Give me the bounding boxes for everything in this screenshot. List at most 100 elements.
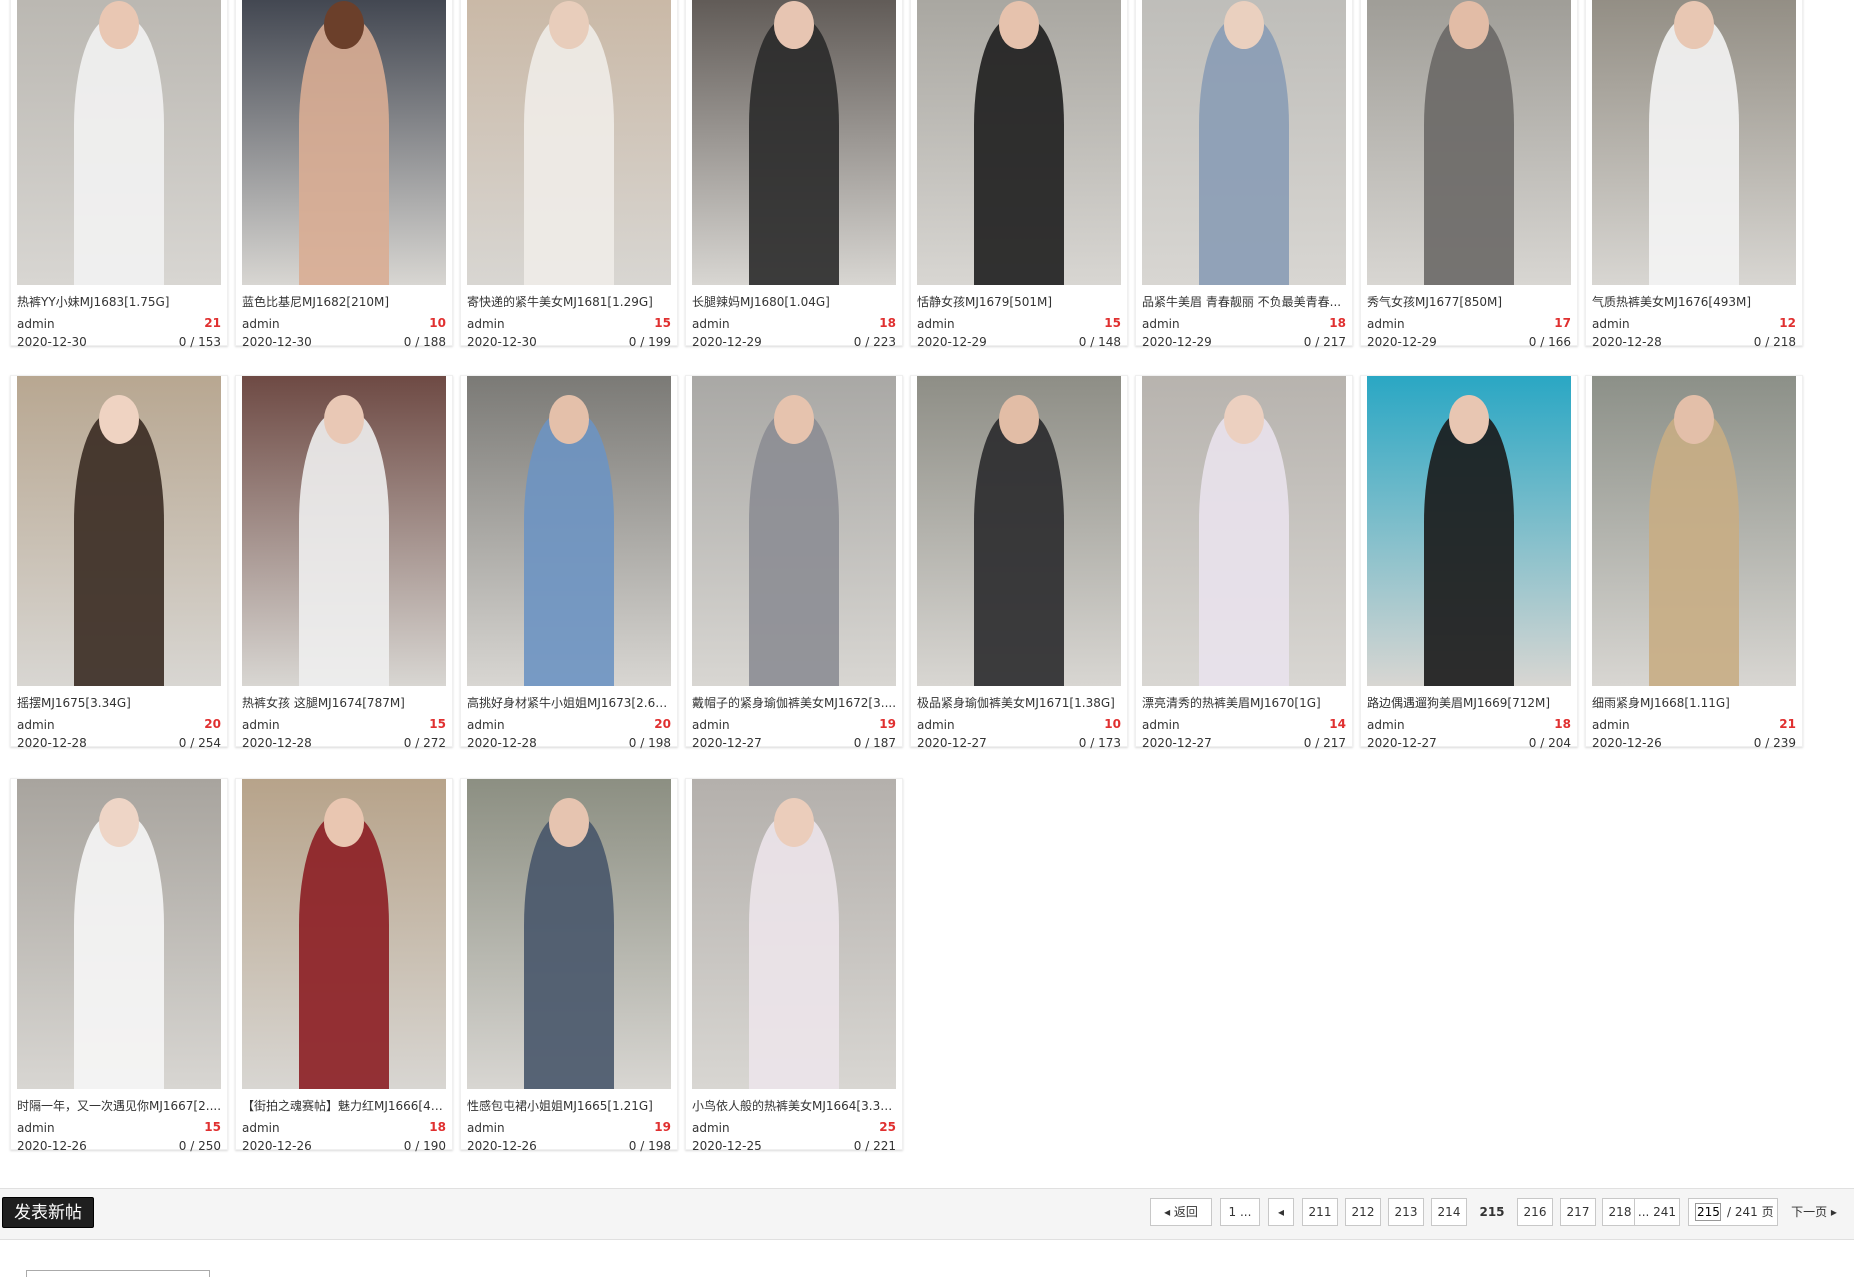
post-title[interactable]: 性感包屯裙小姐姐MJ1665[1.21G] [467, 1097, 671, 1115]
post-thumbnail[interactable] [692, 779, 896, 1089]
last-page-link[interactable]: ... 241 [1634, 1198, 1680, 1226]
new-post-button[interactable]: 发表新帖 [2, 1197, 94, 1228]
back-button[interactable]: ◂ 返回 [1150, 1198, 1212, 1226]
post-author[interactable]: admin [1592, 317, 1630, 331]
post-card[interactable]: 高挑好身材紧牛小姐姐MJ1673[2.69... admin 20 2020-1… [460, 375, 678, 750]
post-card[interactable]: 时隔一年，又一次遇见你MJ1667[2.... admin 15 2020-12… [10, 778, 228, 1153]
post-thumbnail[interactable] [1367, 0, 1571, 285]
post-card[interactable]: 细雨紧身MJ1668[1.11G] admin 21 2020-12-26 0 … [1585, 375, 1803, 750]
post-author[interactable]: admin [917, 718, 955, 732]
post-card[interactable]: 热裤女孩 这腿MJ1674[787M] admin 15 2020-12-28 … [235, 375, 453, 750]
post-card[interactable]: 热裤YY小妹MJ1683[1.75G] admin 21 2020-12-30 … [10, 0, 228, 349]
post-thumbnail[interactable] [467, 376, 671, 686]
post-card[interactable]: 蓝色比基尼MJ1682[210M] admin 10 2020-12-30 0 … [235, 0, 453, 349]
page-link[interactable]: 213 [1388, 1198, 1424, 1226]
post-author[interactable]: admin [17, 718, 55, 732]
post-title[interactable]: 热裤YY小妹MJ1683[1.75G] [17, 293, 221, 311]
post-thumbnail[interactable] [1142, 376, 1346, 686]
post-title[interactable]: 热裤女孩 这腿MJ1674[787M] [242, 694, 446, 712]
prev-page-button[interactable]: ◂ [1268, 1198, 1294, 1226]
page-jump-input[interactable] [1695, 1203, 1721, 1221]
post-thumbnail[interactable] [242, 0, 446, 285]
post-card[interactable]: 【街拍之魂赛帖】魅力红MJ1666[45... admin 18 2020-12… [235, 778, 453, 1153]
post-title[interactable]: 路边偶遇遛狗美眉MJ1669[712M] [1367, 694, 1571, 712]
post-thumbnail[interactable] [1142, 0, 1346, 285]
post-thumbnail[interactable] [692, 0, 896, 285]
post-thumbnail[interactable] [467, 0, 671, 285]
next-page-button[interactable]: 下一页 ▸ [1786, 1198, 1842, 1226]
post-title[interactable]: 戴帽子的紧身瑜伽裤美女MJ1672[3.... [692, 694, 896, 712]
post-title[interactable]: 【街拍之魂赛帖】魅力红MJ1666[45... [242, 1097, 446, 1115]
post-card[interactable]: 小鸟依人般的热裤美女MJ1664[3.39... admin 25 2020-1… [685, 778, 903, 1153]
post-card[interactable]: 路边偶遇遛狗美眉MJ1669[712M] admin 18 2020-12-27… [1360, 375, 1578, 750]
post-thumbnail[interactable] [917, 376, 1121, 686]
post-author[interactable]: admin [692, 718, 730, 732]
post-title[interactable]: 小鸟依人般的热裤美女MJ1664[3.39... [692, 1097, 896, 1115]
post-thumbnail[interactable] [242, 376, 446, 686]
post-thumbnail[interactable] [467, 779, 671, 1089]
post-author[interactable]: admin [917, 317, 955, 331]
post-author[interactable]: admin [1367, 718, 1405, 732]
post-title[interactable]: 时隔一年，又一次遇见你MJ1667[2.... [17, 1097, 221, 1115]
post-card[interactable]: 恬静女孩MJ1679[501M] admin 15 2020-12-29 0 /… [910, 0, 1128, 349]
page-link[interactable]: 214 [1431, 1198, 1467, 1226]
page-link[interactable]: 218 [1602, 1198, 1638, 1226]
post-author[interactable]: admin [1592, 718, 1630, 732]
post-author[interactable]: admin [467, 1121, 505, 1135]
post-thumbnail[interactable] [692, 376, 896, 686]
post-thumbnail[interactable] [1367, 376, 1571, 686]
post-card[interactable]: 品紧牛美眉 青春靓丽 不负最美青春... admin 18 2020-12-29… [1135, 0, 1353, 349]
post-author[interactable]: admin [1367, 317, 1405, 331]
reply-view-count: 0 / 204 [1528, 736, 1571, 750]
post-title[interactable]: 品紧牛美眉 青春靓丽 不负最美青春... [1142, 293, 1346, 311]
page-link[interactable]: 217 [1560, 1198, 1596, 1226]
post-thumbnail[interactable] [17, 376, 221, 686]
post-author[interactable]: admin [692, 317, 730, 331]
post-title[interactable]: 恬静女孩MJ1679[501M] [917, 293, 1121, 311]
post-card[interactable]: 长腿辣妈MJ1680[1.04G] admin 18 2020-12-29 0 … [685, 0, 903, 349]
first-page-link[interactable]: 1 ... [1220, 1198, 1260, 1226]
post-title[interactable]: 漂亮清秀的热裤美眉MJ1670[1G] [1142, 694, 1346, 712]
post-author[interactable]: admin [467, 718, 505, 732]
post-date: 2020-12-27 [1367, 736, 1437, 750]
heat-badge: 15 [654, 316, 671, 330]
post-title[interactable]: 极品紧身瑜伽裤美女MJ1671[1.38G] [917, 694, 1121, 712]
post-thumbnail[interactable] [17, 0, 221, 285]
post-author[interactable]: admin [1142, 317, 1180, 331]
post-author[interactable]: admin [242, 718, 280, 732]
post-thumbnail[interactable] [1592, 0, 1796, 285]
post-author[interactable]: admin [242, 1121, 280, 1135]
post-card[interactable]: 性感包屯裙小姐姐MJ1665[1.21G] admin 19 2020-12-2… [460, 778, 678, 1153]
page-link[interactable]: 216 [1517, 1198, 1553, 1226]
post-card[interactable]: 极品紧身瑜伽裤美女MJ1671[1.38G] admin 10 2020-12-… [910, 375, 1128, 750]
post-title[interactable]: 气质热裤美女MJ1676[493M] [1592, 293, 1796, 311]
post-title[interactable]: 寄快递的紧牛美女MJ1681[1.29G] [467, 293, 671, 311]
post-title[interactable]: 秀气女孩MJ1677[850M] [1367, 293, 1571, 311]
post-author[interactable]: admin [1142, 718, 1180, 732]
post-author[interactable]: admin [692, 1121, 730, 1135]
post-thumbnail[interactable] [242, 779, 446, 1089]
post-card[interactable]: 寄快递的紧牛美女MJ1681[1.29G] admin 15 2020-12-3… [460, 0, 678, 349]
post-author[interactable]: admin [242, 317, 280, 331]
post-card[interactable]: 戴帽子的紧身瑜伽裤美女MJ1672[3.... admin 19 2020-12… [685, 375, 903, 750]
post-author[interactable]: admin [17, 317, 55, 331]
post-title[interactable]: 高挑好身材紧牛小姐姐MJ1673[2.69... [467, 694, 671, 712]
post-title[interactable]: 长腿辣妈MJ1680[1.04G] [692, 293, 896, 311]
post-card[interactable]: 气质热裤美女MJ1676[493M] admin 12 2020-12-28 0… [1585, 0, 1803, 349]
post-card[interactable]: 秀气女孩MJ1677[850M] admin 17 2020-12-29 0 /… [1360, 0, 1578, 349]
post-thumbnail[interactable] [17, 779, 221, 1089]
reply-view-count: 0 / 217 [1303, 736, 1346, 750]
page-link[interactable]: 212 [1345, 1198, 1381, 1226]
page-link[interactable]: 211 [1302, 1198, 1338, 1226]
post-thumbnail[interactable] [1592, 376, 1796, 686]
post-title[interactable]: 摇摆MJ1675[3.34G] [17, 694, 221, 712]
post-author[interactable]: admin [17, 1121, 55, 1135]
post-author[interactable]: admin [467, 317, 505, 331]
heat-badge: 18 [1329, 316, 1346, 330]
post-title[interactable]: 蓝色比基尼MJ1682[210M] [242, 293, 446, 311]
post-card[interactable]: 漂亮清秀的热裤美眉MJ1670[1G] admin 14 2020-12-27 … [1135, 375, 1353, 750]
post-card[interactable]: 摇摆MJ1675[3.34G] admin 20 2020-12-28 0 / … [10, 375, 228, 750]
post-thumbnail[interactable] [917, 0, 1121, 285]
post-title[interactable]: 细雨紧身MJ1668[1.11G] [1592, 694, 1796, 712]
reply-view-count: 0 / 218 [1753, 335, 1796, 349]
